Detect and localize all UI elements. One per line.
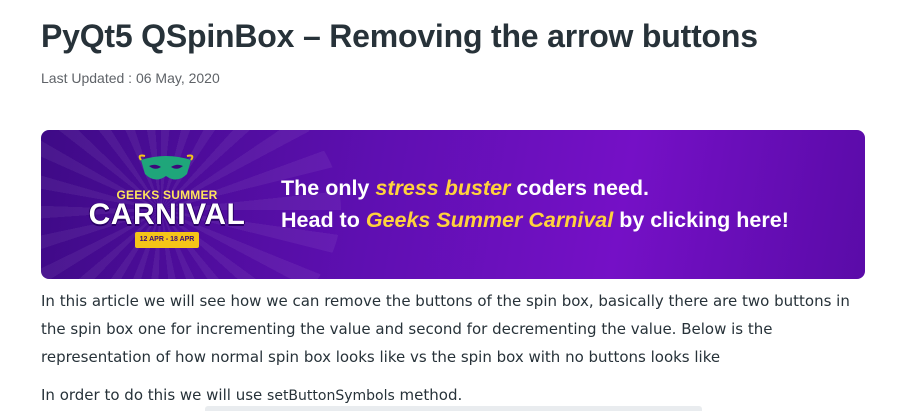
article-title: PyQt5 QSpinBox – Removing the arrow butt… xyxy=(41,18,758,54)
banner-line-2-pre: Head to xyxy=(281,208,366,232)
promo-banner[interactable]: GEEKS SUMMER CARNIVAL 12 APR - 18 APR Th… xyxy=(41,130,865,279)
banner-text[interactable]: The only stress buster coders need. Head… xyxy=(281,172,851,236)
method-paragraph-pre: In order to do this we will use xyxy=(41,386,268,404)
carnival-mask-icon xyxy=(138,154,194,180)
banner-line-2: Head to Geeks Summer Carnival by clickin… xyxy=(281,204,851,236)
banner-highlight-2: Geeks Summer Carnival xyxy=(365,208,614,232)
last-updated: Last Updated : 06 May, 2020 xyxy=(41,70,220,86)
logo-main-text: CARNIVAL xyxy=(88,198,246,231)
banner-line-1: The only stress buster coders need. xyxy=(281,172,851,204)
banner-line-2-post: by clicking here! xyxy=(613,208,789,232)
method-name-code: setButtonSymbols xyxy=(267,388,395,404)
method-paragraph-post: method. xyxy=(394,386,463,404)
banner-highlight-1: stress buster xyxy=(375,176,511,200)
banner-line-1-post: coders need. xyxy=(510,176,650,200)
intro-paragraph: In this article we will see how we can r… xyxy=(41,292,850,366)
carnival-logo: GEEKS SUMMER CARNIVAL 12 APR - 18 APR xyxy=(77,152,257,262)
code-block xyxy=(205,406,702,411)
banner-line-1-pre: The only xyxy=(281,176,376,200)
logo-date-ribbon: 12 APR - 18 APR xyxy=(135,232,199,248)
